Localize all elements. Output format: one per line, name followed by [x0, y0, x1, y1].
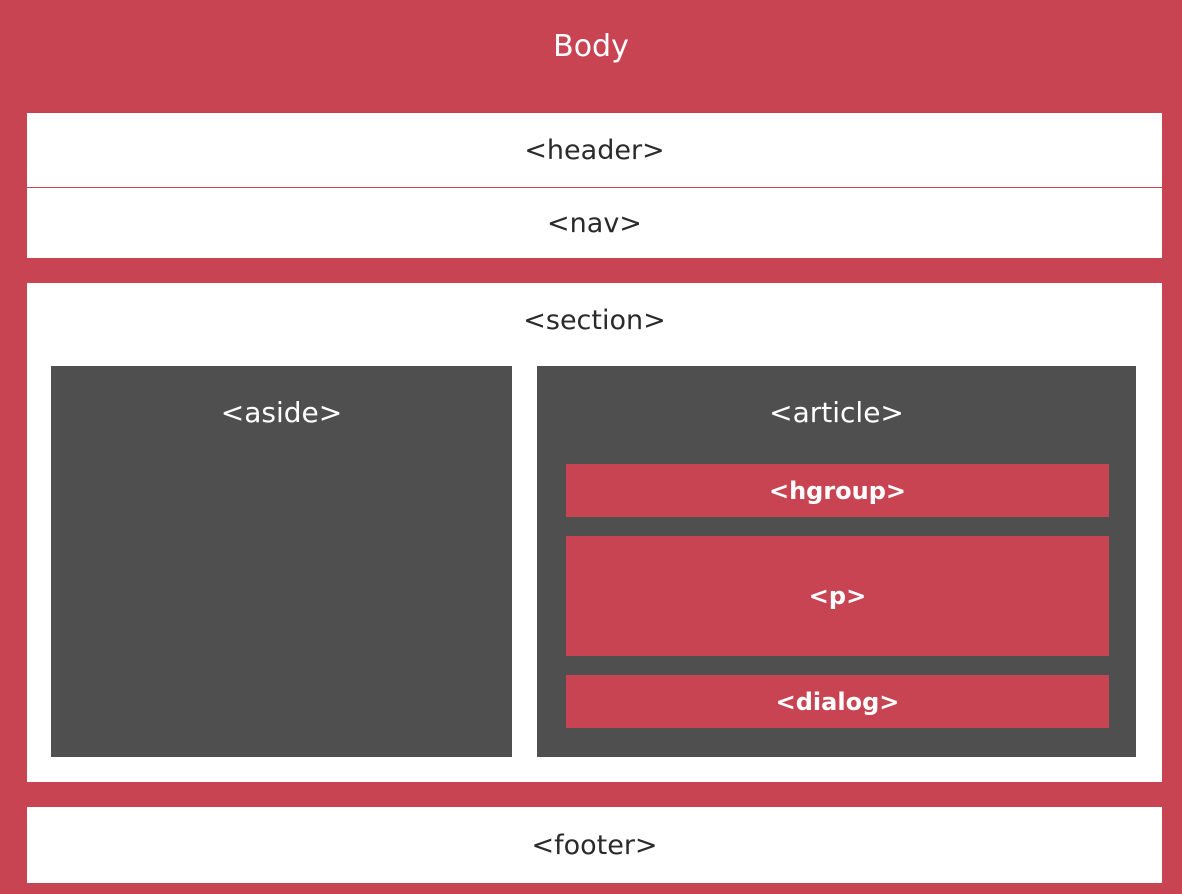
hgroup-box: <hgroup>	[566, 464, 1109, 517]
footer-box: <footer>	[27, 807, 1162, 883]
nav-box: <nav>	[27, 188, 1162, 258]
article-box: <article> <hgroup> <p> <dialog>	[537, 366, 1136, 757]
section-label: <section>	[523, 305, 666, 336]
body-canvas: { "diagram": { "body_label": "Body", "he…	[0, 0, 1182, 894]
paragraph-box: <p>	[566, 536, 1109, 656]
aside-box: <aside>	[51, 366, 512, 757]
nav-label: <nav>	[547, 207, 642, 239]
aside-label: <aside>	[220, 396, 343, 429]
dialog-label: <dialog>	[775, 687, 900, 716]
header-label: <header>	[524, 134, 665, 166]
footer-label: <footer>	[531, 829, 658, 861]
body-label: Body	[553, 28, 629, 64]
dialog-box: <dialog>	[566, 675, 1109, 728]
paragraph-label: <p>	[808, 582, 867, 610]
section-box: <section> <aside> <article> <hgroup> <p>…	[27, 283, 1162, 782]
article-label: <article>	[769, 396, 904, 429]
hgroup-label: <hgroup>	[768, 476, 907, 505]
header-box: <header>	[27, 113, 1162, 187]
